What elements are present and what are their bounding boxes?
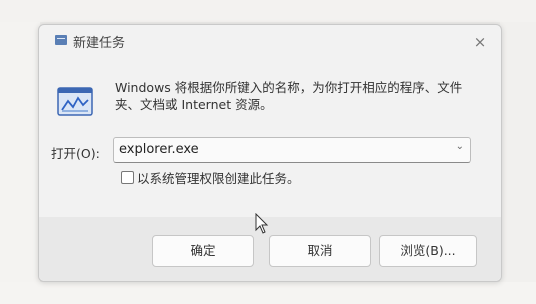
dialog-description: Windows 将根据你所键入的名称，为你打开相应的程序、文件夹、文档或 Int… [115,80,463,112]
create-new-task-dialog: 新建任务 × Windows 将根据你所键入的名称，为你打开相应的程序、文件夹、… [38,24,502,282]
admin-privileges-checkbox[interactable] [121,171,134,184]
admin-privileges-label[interactable]: 以系统管理权限创建此任务。 [137,168,300,187]
run-program-icon [57,87,93,116]
open-combobox[interactable]: explorer.exe ⌄ [113,137,471,163]
dialog-title: 新建任务 [73,36,126,51]
background-right [500,0,536,304]
task-manager-icon [55,35,67,45]
open-label: 打开(O): [51,146,100,161]
title-bar[interactable]: 新建任务 × [39,25,501,61]
background-left [0,0,40,304]
mouse-cursor-icon [255,213,269,234]
close-icon[interactable]: × [469,31,491,53]
cancel-button[interactable]: 取消 [269,235,371,267]
browse-button[interactable]: 浏览(B)... [379,235,477,267]
chevron-down-icon[interactable]: ⌄ [456,141,464,152]
background-top [0,0,536,22]
ok-button[interactable]: 确定 [152,235,254,267]
open-input-value[interactable]: explorer.exe [119,142,199,157]
background-bottom [0,282,536,304]
